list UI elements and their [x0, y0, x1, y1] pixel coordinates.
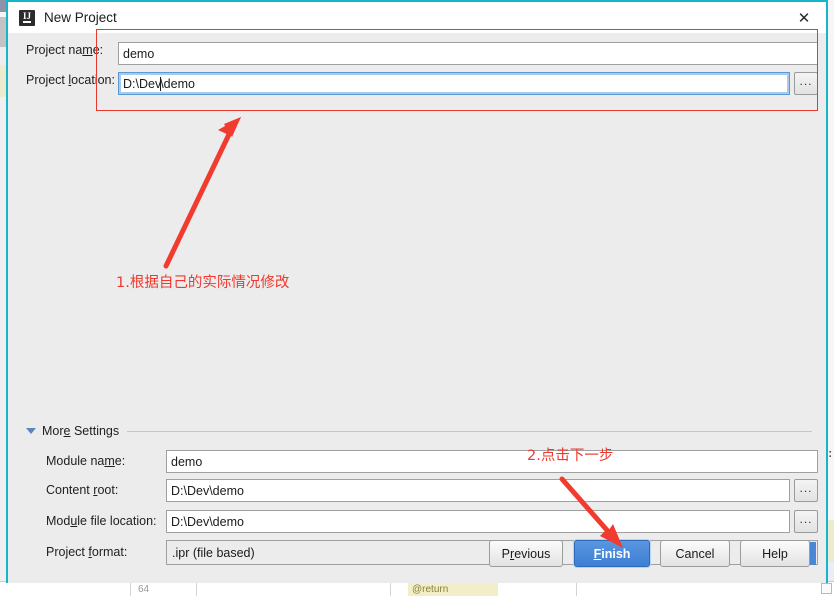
more-settings-section-header[interactable]: More Settings — [26, 424, 812, 438]
project-name-row: Project name: — [26, 43, 112, 57]
more-settings-label: More Settings — [42, 424, 120, 438]
project-location-value-post: \demo — [160, 76, 195, 91]
cancel-button[interactable]: Cancel — [660, 540, 730, 567]
status-highlight-token: @return — [408, 583, 498, 596]
module-file-location-browse-button[interactable]: ... — [794, 510, 818, 533]
intellij-idea-icon: IJ — [19, 9, 35, 26]
content-root-browse-button[interactable]: ... — [794, 479, 818, 502]
project-location-input[interactable]: D:\Dev \demo — [118, 72, 790, 95]
browse-ellipsis-icon: ... — [799, 481, 813, 495]
status-divider — [130, 583, 131, 596]
content-root-input[interactable]: D:\Dev\demo — [166, 479, 790, 502]
module-name-label: Module name: — [46, 454, 126, 468]
status-divider — [196, 583, 197, 596]
module-name-value: demo — [171, 454, 203, 469]
status-line-number: 64 — [138, 584, 150, 595]
triangle-down-icon — [26, 428, 36, 434]
annotation-step-1-text: 1.根据自己的实际情况修改 — [116, 275, 290, 291]
content-root-label: Content root: — [46, 483, 119, 497]
dialog-body: Project name: demo Project location: D:\… — [8, 33, 826, 583]
project-name-value: demo — [123, 46, 155, 61]
dialog-titlebar: IJ New Project ✕ — [8, 0, 826, 33]
project-name-input[interactable]: demo — [118, 42, 818, 65]
backdrop-status-bar: 64 @return — [0, 581, 834, 596]
finish-button[interactable]: Finish — [574, 540, 650, 567]
module-file-location-input[interactable]: D:\Dev\demo — [166, 510, 790, 533]
previous-button[interactable]: Pr evious — [489, 540, 563, 567]
content-root-value: D:\Dev\demo — [171, 483, 244, 498]
backdrop-scrollbar-knob[interactable] — [821, 583, 832, 594]
project-location-row: Project location: — [26, 73, 115, 87]
dialog-title: New Project — [44, 10, 117, 25]
backdrop-status-bar-inner: 64 @return — [0, 583, 834, 596]
project-location-value-pre: D:\Dev — [123, 76, 162, 91]
close-icon[interactable]: ✕ — [782, 2, 826, 33]
module-file-location-label: Module file location: — [46, 514, 157, 528]
project-location-label: Project location: — [26, 73, 115, 87]
browse-ellipsis-icon: ... — [799, 74, 813, 88]
browse-ellipsis-icon: ... — [799, 512, 813, 526]
project-location-browse-button[interactable]: ... — [794, 72, 818, 95]
module-name-input[interactable]: demo — [166, 450, 818, 473]
section-divider — [127, 430, 812, 432]
project-name-label: Project name: — [26, 43, 104, 57]
annotation-step-2-text: 2.点击下一步 — [527, 448, 614, 464]
dialog-footer: Pr evious Finish Cancel Help — [8, 535, 826, 583]
status-divider — [390, 583, 391, 596]
help-button[interactable]: Help — [740, 540, 810, 567]
module-file-location-value: D:\Dev\demo — [171, 514, 244, 529]
status-divider — [576, 583, 577, 596]
